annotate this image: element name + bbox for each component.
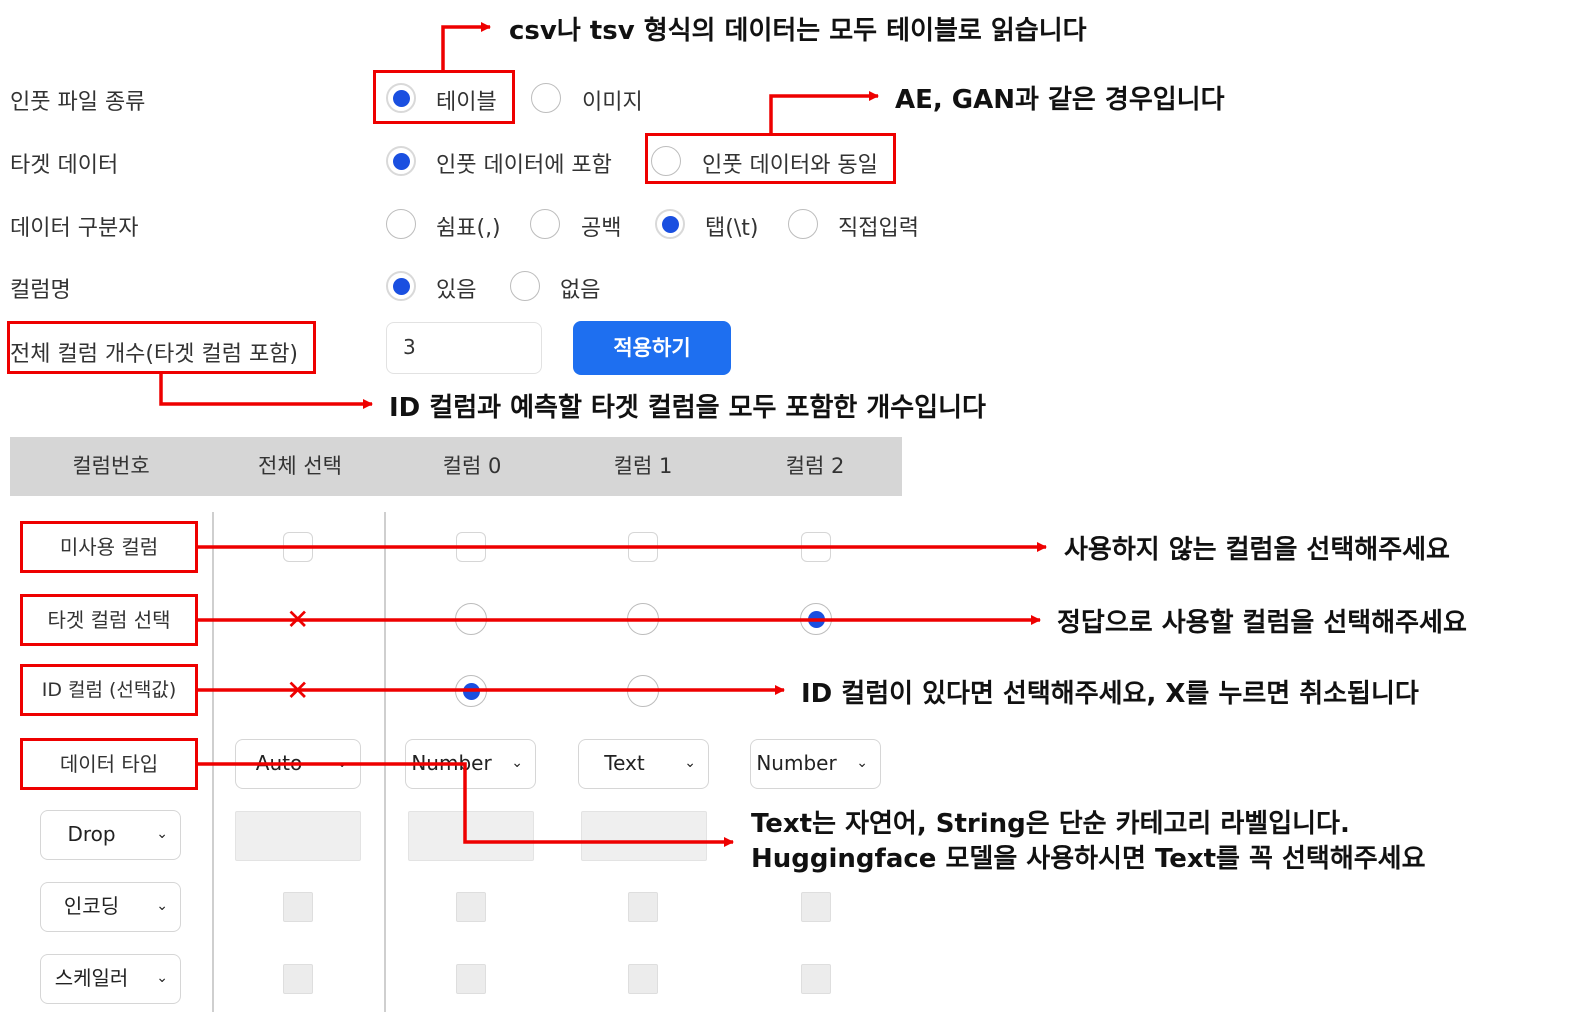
- annotation-target: 정답으로 사용할 컬럼을 선택해주세요: [1057, 608, 1467, 638]
- annotation-unused: 사용하지 않는 컬럼을 선택해주세요: [1064, 535, 1450, 565]
- annotation-dtype-line1: Text는 자연어, String은 단순 카테고리 라벨입니다.: [751, 809, 1350, 839]
- annotation-dtype-line2: Huggingface 모델을 사용하시면 Text를 꼭 선택해주세요: [751, 844, 1426, 874]
- annotation-column-count: ID 컬럼과 예측할 타겟 컬럼을 모두 포함한 개수입니다: [389, 393, 986, 423]
- annotation-csv-tsv: csv나 tsv 형식의 데이터는 모두 테이블로 읽습니다: [509, 16, 1087, 46]
- annotation-ae-gan: AE, GAN과 같은 경우입니다: [895, 85, 1225, 115]
- annotation-id: ID 컬럼이 있다면 선택해주세요, X를 누르면 취소됩니다: [801, 679, 1419, 709]
